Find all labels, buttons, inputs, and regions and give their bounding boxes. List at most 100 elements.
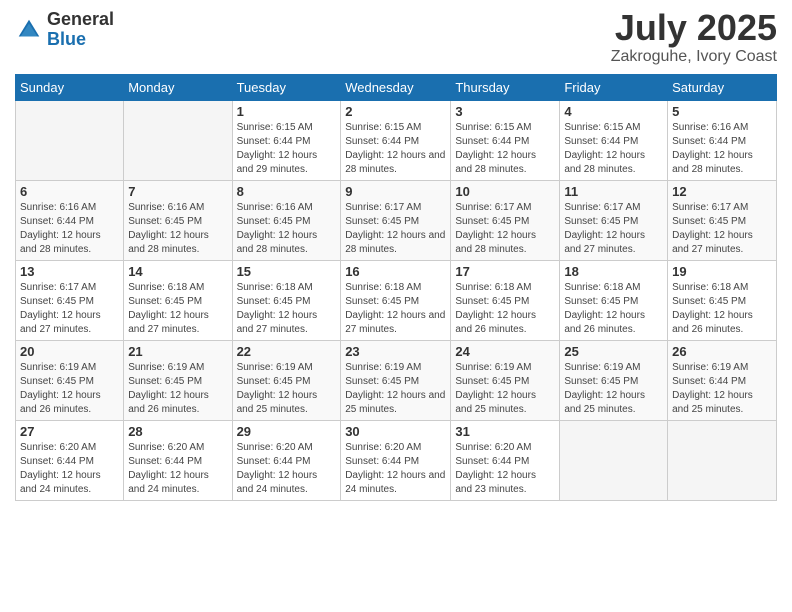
day-info: Sunrise: 6:19 AMSunset: 6:45 PMDaylight:… [20, 361, 119, 417]
weekday-header: Sunday [16, 75, 124, 101]
day-info: Sunrise: 6:19 AMSunset: 6:45 PMDaylight:… [128, 361, 227, 417]
calendar-cell: 18 Sunrise: 6:18 AMSunset: 6:45 PMDayligh… [560, 261, 668, 341]
calendar-cell: 22 Sunrise: 6:19 AMSunset: 6:45 PMDayligh… [232, 341, 341, 421]
day-number: 27 [20, 424, 119, 439]
calendar-cell: 30 Sunrise: 6:20 AMSunset: 6:44 PMDayligh… [341, 421, 451, 501]
day-info: Sunrise: 6:17 AMSunset: 6:45 PMDaylight:… [455, 201, 555, 257]
day-info: Sunrise: 6:17 AMSunset: 6:45 PMDaylight:… [564, 201, 663, 257]
day-info: Sunrise: 6:20 AMSunset: 6:44 PMDaylight:… [345, 441, 446, 497]
day-info: Sunrise: 6:20 AMSunset: 6:44 PMDaylight:… [455, 441, 555, 497]
day-number: 14 [128, 264, 227, 279]
day-info: Sunrise: 6:17 AMSunset: 6:45 PMDaylight:… [672, 201, 772, 257]
logo-blue: Blue [47, 29, 86, 49]
calendar-cell: 27 Sunrise: 6:20 AMSunset: 6:44 PMDayligh… [16, 421, 124, 501]
day-number: 21 [128, 344, 227, 359]
day-info: Sunrise: 6:19 AMSunset: 6:45 PMDaylight:… [237, 361, 337, 417]
calendar-cell: 7 Sunrise: 6:16 AMSunset: 6:45 PMDaylight… [124, 181, 232, 261]
calendar-cell: 19 Sunrise: 6:18 AMSunset: 6:45 PMDayligh… [668, 261, 777, 341]
day-info: Sunrise: 6:15 AMSunset: 6:44 PMDaylight:… [237, 121, 337, 177]
day-number: 19 [672, 264, 772, 279]
day-number: 20 [20, 344, 119, 359]
day-number: 18 [564, 264, 663, 279]
day-number: 15 [237, 264, 337, 279]
week-row: 6Sunrise: 6:16 AMSunset: 6:44 PMDaylight… [16, 181, 777, 261]
calendar-cell: 17 Sunrise: 6:18 AMSunset: 6:45 PMDayligh… [451, 261, 560, 341]
calendar-cell: 9 Sunrise: 6:17 AMSunset: 6:45 PMDaylight… [341, 181, 451, 261]
calendar-cell: 25 Sunrise: 6:19 AMSunset: 6:45 PMDayligh… [560, 341, 668, 421]
day-number: 17 [455, 264, 555, 279]
day-info: Sunrise: 6:18 AMSunset: 6:45 PMDaylight:… [564, 281, 663, 337]
day-info: Sunrise: 6:20 AMSunset: 6:44 PMDaylight:… [20, 441, 119, 497]
header: General Blue July 2025 Zakroguhe, Ivory … [15, 10, 777, 66]
day-number: 23 [345, 344, 446, 359]
page: General Blue July 2025 Zakroguhe, Ivory … [0, 0, 792, 612]
month-title: July 2025 [611, 10, 777, 46]
calendar-cell: 13 Sunrise: 6:17 AMSunset: 6:45 PMDayligh… [16, 261, 124, 341]
weekday-header-row: SundayMondayTuesdayWednesdayThursdayFrid… [16, 75, 777, 101]
day-info: Sunrise: 6:15 AMSunset: 6:44 PMDaylight:… [345, 121, 446, 177]
day-info: Sunrise: 6:16 AMSunset: 6:45 PMDaylight:… [128, 201, 227, 257]
calendar-cell [16, 101, 124, 181]
day-number: 6 [20, 184, 119, 199]
day-info: Sunrise: 6:17 AMSunset: 6:45 PMDaylight:… [20, 281, 119, 337]
calendar-cell: 23 Sunrise: 6:19 AMSunset: 6:45 PMDayligh… [341, 341, 451, 421]
calendar-cell: 1 Sunrise: 6:15 AMSunset: 6:44 PMDaylight… [232, 101, 341, 181]
day-number: 4 [564, 104, 663, 119]
day-number: 11 [564, 184, 663, 199]
weekday-header: Monday [124, 75, 232, 101]
day-info: Sunrise: 6:19 AMSunset: 6:45 PMDaylight:… [345, 361, 446, 417]
day-number: 30 [345, 424, 446, 439]
day-info: Sunrise: 6:19 AMSunset: 6:45 PMDaylight:… [564, 361, 663, 417]
calendar-cell: 3Sunrise: 6:15 AMSunset: 6:44 PMDaylight… [451, 101, 560, 181]
calendar-cell: 15 Sunrise: 6:18 AMSunset: 6:45 PMDayligh… [232, 261, 341, 341]
calendar-cell: 11 Sunrise: 6:17 AMSunset: 6:45 PMDayligh… [560, 181, 668, 261]
day-number: 1 [237, 104, 337, 119]
weekday-header: Friday [560, 75, 668, 101]
day-number: 8 [237, 184, 337, 199]
weekday-header: Saturday [668, 75, 777, 101]
week-row: 13 Sunrise: 6:17 AMSunset: 6:45 PMDayligh… [16, 261, 777, 341]
week-row: 1 Sunrise: 6:15 AMSunset: 6:44 PMDaylight… [16, 101, 777, 181]
day-info: Sunrise: 6:16 AMSunset: 6:45 PMDaylight:… [237, 201, 337, 257]
calendar-cell: 21 Sunrise: 6:19 AMSunset: 6:45 PMDayligh… [124, 341, 232, 421]
calendar: SundayMondayTuesdayWednesdayThursdayFrid… [15, 74, 777, 501]
day-number: 5 [672, 104, 772, 119]
calendar-cell: 12 Sunrise: 6:17 AMSunset: 6:45 PMDayligh… [668, 181, 777, 261]
calendar-cell: 26Sunrise: 6:19 AMSunset: 6:44 PMDayligh… [668, 341, 777, 421]
day-number: 12 [672, 184, 772, 199]
calendar-cell [668, 421, 777, 501]
calendar-cell: 6Sunrise: 6:16 AMSunset: 6:44 PMDaylight… [16, 181, 124, 261]
calendar-cell: 5 Sunrise: 6:16 AMSunset: 6:44 PMDaylight… [668, 101, 777, 181]
calendar-cell [124, 101, 232, 181]
calendar-cell: 29 Sunrise: 6:20 AMSunset: 6:44 PMDayligh… [232, 421, 341, 501]
day-info: Sunrise: 6:17 AMSunset: 6:45 PMDaylight:… [345, 201, 446, 257]
day-number: 22 [237, 344, 337, 359]
week-row: 27 Sunrise: 6:20 AMSunset: 6:44 PMDayligh… [16, 421, 777, 501]
calendar-cell: 8 Sunrise: 6:16 AMSunset: 6:45 PMDaylight… [232, 181, 341, 261]
day-info: Sunrise: 6:18 AMSunset: 6:45 PMDaylight:… [237, 281, 337, 337]
day-number: 3 [455, 104, 555, 119]
day-number: 9 [345, 184, 446, 199]
calendar-cell [560, 421, 668, 501]
calendar-cell: 10Sunrise: 6:17 AMSunset: 6:45 PMDayligh… [451, 181, 560, 261]
day-number: 2 [345, 104, 446, 119]
title-section: July 2025 Zakroguhe, Ivory Coast [611, 10, 777, 66]
calendar-cell: 31Sunrise: 6:20 AMSunset: 6:44 PMDayligh… [451, 421, 560, 501]
day-number: 29 [237, 424, 337, 439]
day-info: Sunrise: 6:16 AMSunset: 6:44 PMDaylight:… [672, 121, 772, 177]
day-info: Sunrise: 6:20 AMSunset: 6:44 PMDaylight:… [237, 441, 337, 497]
day-number: 13 [20, 264, 119, 279]
week-row: 20 Sunrise: 6:19 AMSunset: 6:45 PMDayligh… [16, 341, 777, 421]
day-info: Sunrise: 6:19 AMSunset: 6:45 PMDaylight:… [455, 361, 555, 417]
day-info: Sunrise: 6:18 AMSunset: 6:45 PMDaylight:… [672, 281, 772, 337]
calendar-cell: 2 Sunrise: 6:15 AMSunset: 6:44 PMDaylight… [341, 101, 451, 181]
day-number: 24 [455, 344, 555, 359]
day-info: Sunrise: 6:18 AMSunset: 6:45 PMDaylight:… [455, 281, 555, 337]
day-number: 7 [128, 184, 227, 199]
day-number: 25 [564, 344, 663, 359]
logo-general: General [47, 9, 114, 29]
day-info: Sunrise: 6:20 AMSunset: 6:44 PMDaylight:… [128, 441, 227, 497]
day-info: Sunrise: 6:18 AMSunset: 6:45 PMDaylight:… [128, 281, 227, 337]
logo-icon [15, 16, 43, 44]
calendar-cell: 14 Sunrise: 6:18 AMSunset: 6:45 PMDayligh… [124, 261, 232, 341]
